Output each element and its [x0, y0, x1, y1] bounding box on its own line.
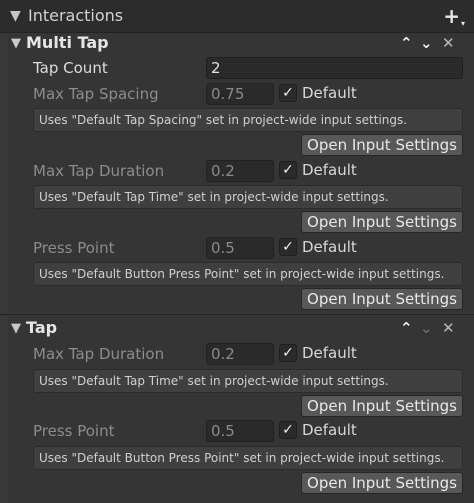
interactions-title: Interactions: [28, 6, 124, 25]
open-input-settings-button[interactable]: Open Input Settings: [301, 211, 463, 233]
move-down-icon[interactable]: ⌄: [420, 319, 442, 337]
section-divider: [0, 314, 474, 315]
press-point-field[interactable]: 0.5: [206, 420, 274, 442]
open-input-settings-button[interactable]: Open Input Settings: [301, 472, 463, 494]
add-interaction-plus-icon[interactable]: +: [443, 4, 460, 28]
max-tap-duration-default-label: Default: [302, 344, 357, 362]
remove-icon[interactable]: ✕: [442, 319, 455, 337]
max-tap-duration-default-checkbox[interactable]: ✓: [279, 161, 297, 179]
press-point-label: Press Point: [33, 239, 115, 257]
max-tap-duration-field[interactable]: 0.2: [206, 160, 274, 182]
tap-count-field[interactable]: 2: [206, 57, 463, 79]
max-tap-duration-field[interactable]: 0.2: [206, 343, 274, 365]
max-tap-spacing-default-label: Default: [302, 84, 357, 102]
tap-count-label: Tap Count: [33, 59, 108, 77]
remove-icon[interactable]: ✕: [442, 34, 455, 52]
press-point-default-label: Default: [302, 421, 357, 439]
multi-tap-controls: ⌃ ⌄ ✕: [400, 34, 455, 52]
open-input-settings-button[interactable]: Open Input Settings: [301, 395, 463, 417]
max-tap-spacing-default-checkbox[interactable]: ✓: [279, 84, 297, 102]
press-point-label: Press Point: [33, 422, 115, 440]
max-tap-duration-label: Max Tap Duration: [33, 345, 165, 363]
press-point-default-label: Default: [302, 238, 357, 256]
move-down-icon[interactable]: ⌄: [420, 34, 442, 52]
press-point-default-checkbox[interactable]: ✓: [279, 238, 297, 256]
move-up-icon[interactable]: ⌃: [400, 319, 420, 337]
max-tap-spacing-info: Uses "Default Tap Spacing" set in projec…: [33, 108, 463, 132]
max-tap-spacing-label: Max Tap Spacing: [33, 85, 159, 103]
multi-tap-expand-icon[interactable]: ▼: [11, 36, 21, 51]
expand-arrow-icon[interactable]: ▼: [10, 8, 21, 24]
tap-title[interactable]: Tap: [26, 318, 57, 337]
max-tap-duration-default-label: Default: [302, 161, 357, 179]
press-point-field[interactable]: 0.5: [206, 237, 274, 259]
max-tap-spacing-field[interactable]: 0.75: [206, 83, 274, 105]
max-tap-duration-info: Uses "Default Tap Time" set in project-w…: [33, 369, 463, 393]
max-tap-duration-info: Uses "Default Tap Time" set in project-w…: [33, 185, 463, 209]
interactions-header[interactable]: ▼ Interactions + ▾: [0, 0, 474, 33]
move-up-icon[interactable]: ⌃: [400, 34, 420, 52]
max-tap-duration-default-checkbox[interactable]: ✓: [279, 344, 297, 362]
press-point-default-checkbox[interactable]: ✓: [279, 421, 297, 439]
open-input-settings-button[interactable]: Open Input Settings: [301, 134, 463, 156]
tap-controls: ⌃ ⌄ ✕: [400, 319, 455, 337]
press-point-info: Uses "Default Button Press Point" set in…: [33, 262, 463, 286]
open-input-settings-button[interactable]: Open Input Settings: [301, 288, 463, 310]
dropdown-arrow-icon[interactable]: ▾: [461, 19, 465, 28]
tap-expand-icon[interactable]: ▼: [11, 321, 21, 336]
interactions-panel: ▼ Interactions + ▾ ▼ Multi Tap ⌃ ⌄ ✕ Tap C…: [0, 0, 474, 503]
press-point-info: Uses "Default Button Press Point" set in…: [33, 446, 463, 470]
multi-tap-title[interactable]: Multi Tap: [26, 33, 109, 52]
max-tap-duration-label: Max Tap Duration: [33, 162, 165, 180]
